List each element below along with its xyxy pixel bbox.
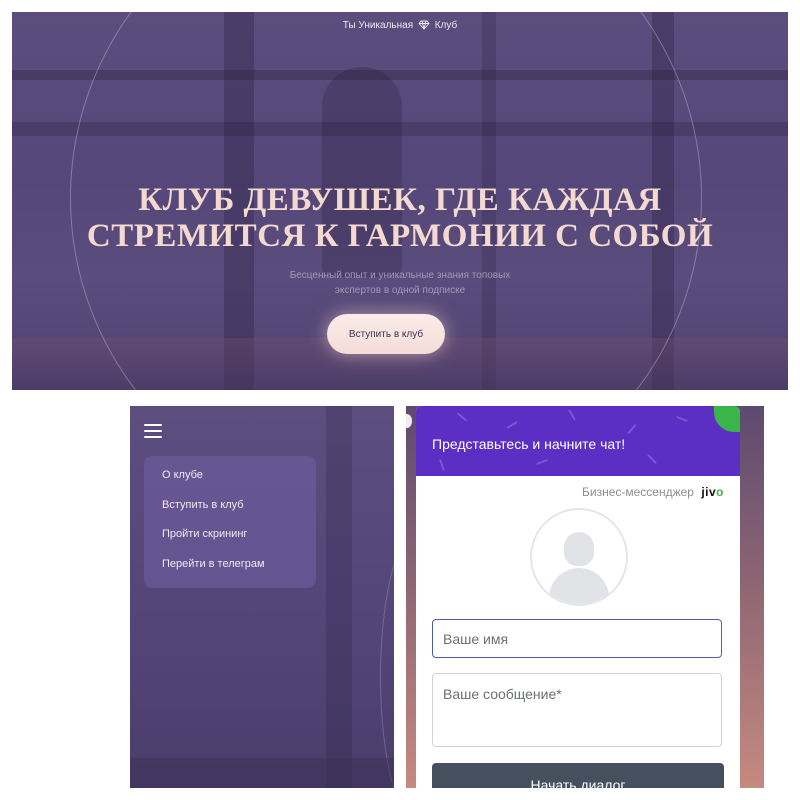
hero-title-line-1: КЛУБ ДЕВУШЕК, ГДЕ КАЖДАЯ xyxy=(138,182,662,218)
brand-name-left: Ты Уникальная xyxy=(342,20,414,31)
hero-subtitle-line-1: Бесценный опыт и уникальные знания топов… xyxy=(289,270,511,281)
jivo-logo[interactable]: jivo xyxy=(701,485,724,499)
brand-name-right: Клуб xyxy=(434,20,458,31)
message-input[interactable] xyxy=(432,673,722,747)
menu-item-telegram[interactable]: Перейти в телеграм xyxy=(162,558,265,570)
hero-subtitle: Бесценный опыт и уникальные знания топов… xyxy=(250,268,550,298)
menu-item-screening[interactable]: Пройти скрининг xyxy=(162,528,247,540)
powered-by: Бизнес-мессенджер jivo xyxy=(582,485,724,499)
start-dialog-button[interactable]: Начать диалог xyxy=(432,763,724,788)
close-icon[interactable] xyxy=(406,414,412,428)
background-band xyxy=(130,758,394,788)
leaf-icon xyxy=(714,406,740,432)
hero-title: КЛУБ ДЕВУШЕК, ГДЕ КАЖДАЯ СТРЕМИТСЯ К ГАР… xyxy=(52,182,748,254)
hero-title-line-2: СТРЕМИТСЯ К ГАРМОНИИ С СОБОЙ xyxy=(86,218,714,254)
menu-item-about[interactable]: О клубе xyxy=(162,469,203,481)
decorative-circle xyxy=(380,526,394,788)
hamburger-menu-icon[interactable] xyxy=(144,424,164,440)
chat-header-title: Представьтесь и начните чат! xyxy=(432,436,626,452)
name-input[interactable] xyxy=(432,619,722,658)
hero-section: Ты Уникальная Клуб КЛУБ ДЕВУШЕК, ГДЕ КАЖ… xyxy=(12,12,788,390)
chat-widget: Представьтесь и начните чат! Бизнес-месс… xyxy=(416,406,740,788)
menu-item-join[interactable]: Вступить в клуб xyxy=(162,499,244,511)
brand-logo[interactable]: Ты Уникальная Клуб xyxy=(12,20,788,33)
diamond-icon xyxy=(418,20,430,33)
join-club-button[interactable]: Вступить в клуб xyxy=(327,314,445,354)
user-avatar-icon xyxy=(530,508,628,606)
hero-subtitle-line-2: экспертов в одной подписке xyxy=(334,285,466,296)
navigation-dropdown: О клубе Вступить в клуб Пройти скрининг … xyxy=(144,456,316,588)
chat-widget-screen: Представьтесь и начните чат! Бизнес-месс… xyxy=(406,406,764,788)
mobile-menu-screen: О клубе Вступить в клуб Пройти скрининг … xyxy=(130,406,394,788)
powered-by-text: Бизнес-мессенджер xyxy=(581,485,694,499)
chat-header: Представьтесь и начните чат! xyxy=(416,406,740,476)
background-post xyxy=(326,406,352,788)
